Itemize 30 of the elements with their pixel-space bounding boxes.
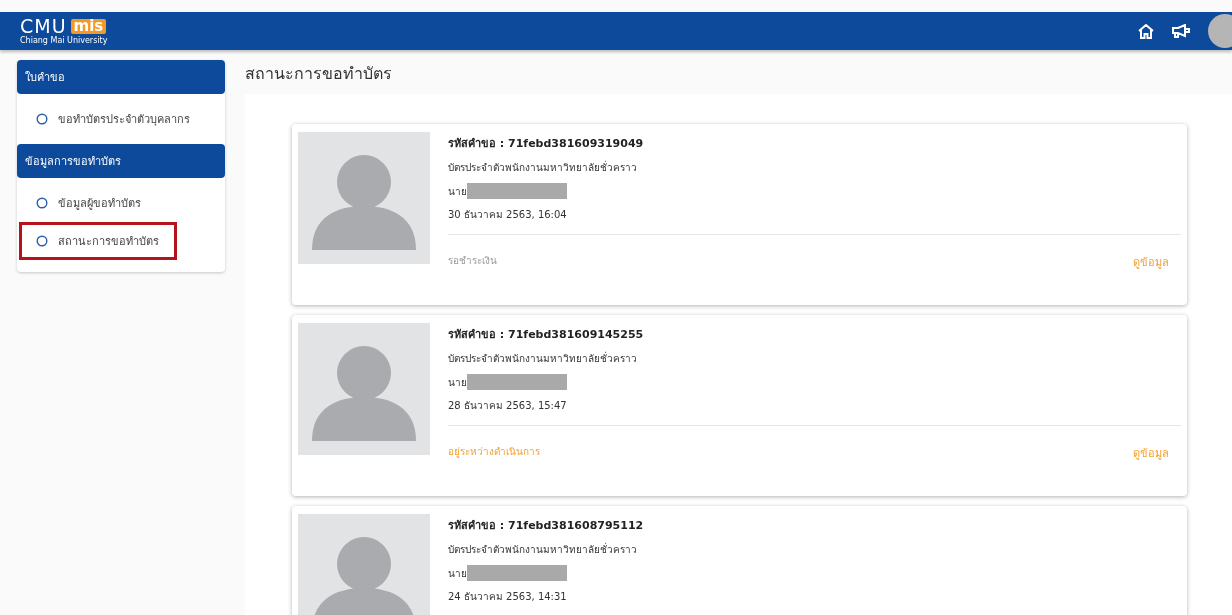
- page-title: สถานะการขอทำบัตร: [245, 63, 393, 85]
- section-header: ใบคำขอ: [17, 60, 225, 94]
- section-header: ข้อมูลการขอทำบัตร: [17, 144, 225, 178]
- sidebar-item[interactable]: สถานะการขอทำบัตร: [19, 222, 177, 260]
- person-silhouette-icon: [312, 154, 416, 250]
- card-type: บัตรประจำตัวพนักงานมหาวิทยาลัยชั่วคราว: [448, 160, 638, 175]
- megaphone-icon[interactable]: [1172, 24, 1190, 38]
- name-prefix: นาย: [448, 184, 467, 199]
- request-date: 30 ธันวาคม 2563, 16:04: [448, 208, 568, 222]
- name-prefix: นาย: [448, 566, 467, 581]
- avatar[interactable]: [1208, 14, 1232, 48]
- sidebar-item[interactable]: ข้อมูลผู้ขอทำบัตร: [19, 184, 223, 222]
- radio-circle-icon: [36, 197, 48, 209]
- radio-circle-icon: [36, 235, 48, 247]
- card-type: บัตรประจำตัวพนักงานมหาวิทยาลัยชั่วคราว: [448, 542, 638, 557]
- status-text: อยู่ระหว่างดำเนินการ: [448, 445, 540, 460]
- request-date: 24 ธันวาคม 2563, 14:31: [448, 590, 568, 604]
- person-silhouette-icon: [312, 345, 416, 441]
- request-code: รหัสคำขอ : 71febd381609319049: [448, 136, 645, 152]
- radio-circle-icon: [36, 113, 48, 125]
- name-prefix: นาย: [448, 375, 467, 390]
- home-icon[interactable]: [1138, 23, 1154, 39]
- person-silhouette-icon: [312, 536, 416, 615]
- request-code: รหัสคำขอ : 71febd381608795112: [448, 518, 645, 534]
- request-code: รหัสคำขอ : 71febd381609145255: [448, 327, 645, 343]
- card-type: บัตรประจำตัวพนักงานมหาวิทยาลัยชั่วคราว: [448, 351, 638, 366]
- status-text: รอชำระเงิน: [448, 254, 497, 268]
- sidebar-item[interactable]: ขอทำบัตรประจำตัวบุคลากร: [19, 100, 223, 138]
- cmu-mis-logo[interactable]: CMU mis Chiang Mai University: [20, 17, 108, 45]
- request-date: 28 ธันวาคม 2563, 15:47: [448, 399, 568, 413]
